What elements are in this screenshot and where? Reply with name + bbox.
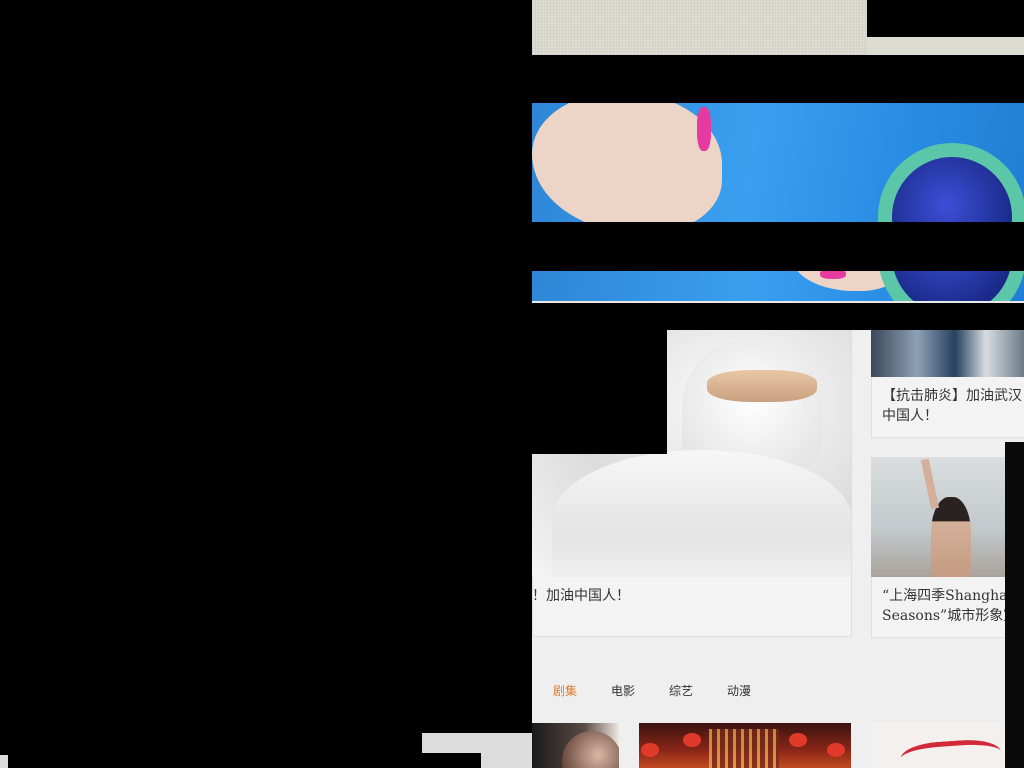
woman-figure-shape — [931, 497, 971, 577]
nail-shape — [697, 107, 711, 151]
top-banner — [532, 0, 867, 55]
side-video-title-2-line-1: “上海四季Shanghai, — [882, 588, 1005, 604]
tab-movies[interactable]: 电影 — [611, 682, 635, 699]
occluded-region — [532, 330, 667, 454]
series-thumbnail-3[interactable] — [871, 723, 1005, 768]
corner-fragment — [0, 755, 8, 768]
side-video-title-1[interactable]: 【抗击肺炎】加油武汉 中国人！ — [882, 386, 1024, 426]
tab-variety[interactable]: 综艺 — [669, 682, 693, 699]
raised-arm-shape — [920, 458, 940, 510]
goggles-shape — [707, 370, 817, 402]
sunglasses-lens-shape — [878, 271, 1024, 301]
lantern-icon — [641, 743, 659, 757]
series-thumbnail-2[interactable] — [639, 723, 851, 768]
side-video-title-1-line-1: 【抗击肺炎】加油武汉 — [882, 388, 1022, 404]
tab-anime[interactable]: 动漫 — [727, 682, 751, 699]
left-panel-fragment — [481, 753, 532, 768]
ad-banner-image[interactable] — [532, 103, 1024, 222]
side-video-title-2-line-2: Seasons”城市形象宣 — [882, 608, 1005, 624]
top-banner-extension — [867, 37, 1024, 55]
hand-shape — [532, 103, 722, 222]
series-thumbnail-1[interactable] — [532, 723, 619, 768]
scrollbar-track[interactable] — [1005, 442, 1024, 768]
tab-series[interactable]: 剧集 — [553, 682, 577, 699]
side-video-title-1-line-2: 中国人！ — [882, 408, 938, 424]
figure-body-shape — [552, 450, 851, 577]
person-face-shape — [562, 731, 619, 768]
side-video-thumbnail-1[interactable] — [871, 330, 1024, 377]
sunglasses-lens-shape — [878, 143, 1024, 222]
side-video-thumbnail-2[interactable] — [871, 457, 1005, 577]
left-panel-fragment — [422, 733, 532, 753]
building-lights-shape — [709, 729, 779, 768]
featured-video-title[interactable]: ！加油中国人！ — [532, 586, 842, 606]
lantern-icon — [789, 733, 807, 747]
ad-banner-image-lower[interactable] — [532, 271, 1024, 303]
nail-shape — [820, 271, 846, 279]
calligraphy-title-shape — [899, 737, 1003, 768]
lantern-icon — [683, 733, 701, 747]
side-video-title-2[interactable]: “上海四季Shanghai, Seasons”城市形象宣 — [882, 586, 1005, 626]
lantern-icon — [827, 743, 845, 757]
